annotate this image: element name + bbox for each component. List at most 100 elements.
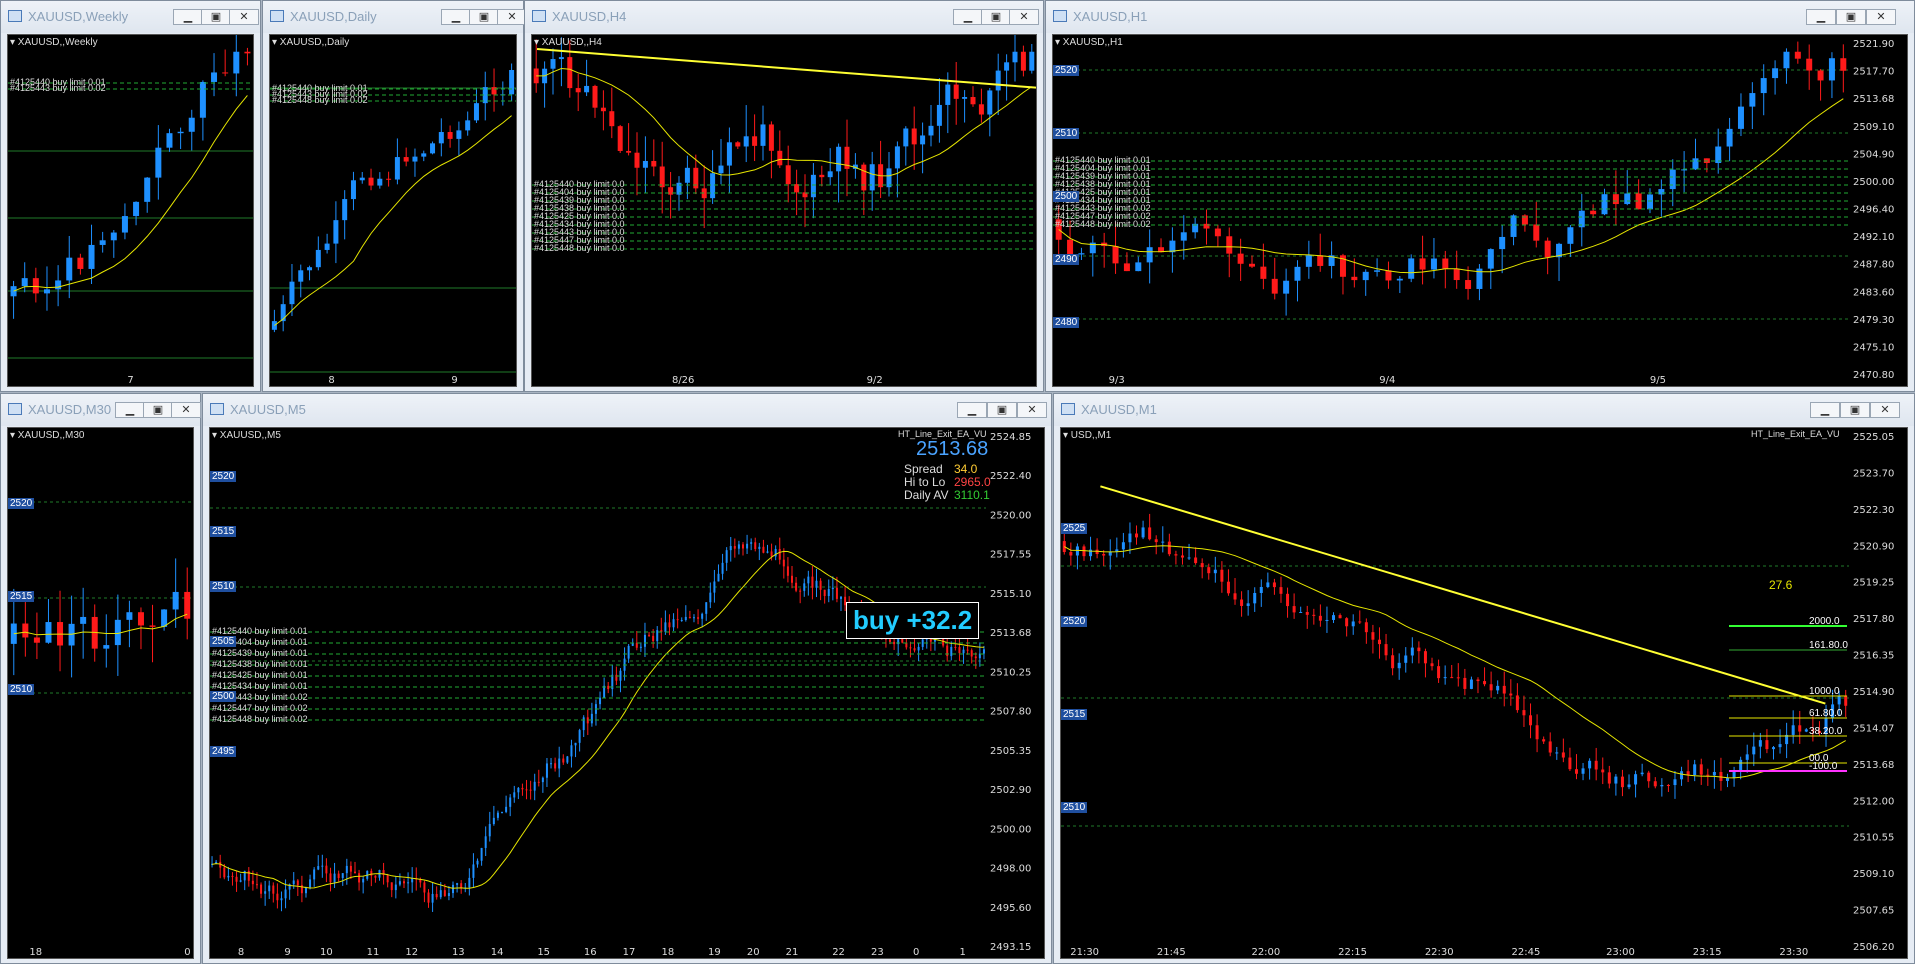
candle xyxy=(1089,536,1093,561)
candle xyxy=(1371,624,1375,654)
maximize-button[interactable]: ▣ xyxy=(987,402,1017,418)
y-axis-tick: 2520.00 xyxy=(990,510,1031,521)
candle xyxy=(1692,138,1699,171)
candle xyxy=(114,594,121,676)
chart-window-weekly[interactable]: XAUUSD,Weekly ▁ ▣ ✕ 7 ▾ XAUUSD,,Weekly #41… xyxy=(0,0,261,392)
candle xyxy=(155,125,162,200)
candle xyxy=(1305,605,1309,629)
price-chart[interactable]: 21:30 21:45 22:00 22:15 22:30 22:45 23:00 23:15… xyxy=(1060,427,1908,959)
candle xyxy=(1115,537,1119,558)
maximize-button[interactable]: ▣ xyxy=(981,9,1011,25)
window-titlebar[interactable]: XAUUSD,M5 ▁ ▣ ✕ xyxy=(203,394,1051,426)
minimize-button[interactable]: ▁ xyxy=(173,9,203,25)
candle xyxy=(317,855,320,871)
window-titlebar[interactable]: XAUUSD,Daily ▁ ▣ ✕ xyxy=(263,1,527,33)
minimize-button[interactable]: ▁ xyxy=(1806,9,1836,25)
candle xyxy=(1686,759,1690,783)
price-chart[interactable]: 8 9 10 11 12 13 14 15 16 17 18 19 20 21 22 23 0 1 2524.85 2… xyxy=(209,427,1045,959)
candle xyxy=(161,609,168,631)
price-level-label: 2505 xyxy=(210,636,237,647)
close-button[interactable]: ✕ xyxy=(1009,9,1039,25)
chart-window-m1[interactable]: XAUUSD,M1 ▁ ▣ ✕ 21:30 21:45 22:00 22:15 22:3… xyxy=(1053,393,1915,964)
candle xyxy=(427,889,430,908)
candle xyxy=(1680,766,1684,786)
candle xyxy=(1806,44,1813,90)
x-axis-tick: 21 xyxy=(786,947,799,958)
candle xyxy=(1614,774,1618,796)
candle xyxy=(1544,237,1551,275)
chart-window-icon xyxy=(270,10,284,22)
candle xyxy=(982,645,985,660)
candle xyxy=(222,49,229,77)
y-axis-tick: 2522.30 xyxy=(1853,505,1894,516)
x-axis-tick: 22:45 xyxy=(1512,947,1541,958)
candle xyxy=(672,613,675,632)
candle xyxy=(149,604,156,663)
candle xyxy=(1556,242,1563,282)
candle xyxy=(324,233,330,254)
minimize-button[interactable]: ▁ xyxy=(1810,402,1840,418)
chart-window-m30[interactable]: XAUUSD,M30 ▁ ▣ ✕ 18 0 ▾ XAUUSD,,M30 2520 251… xyxy=(0,393,201,964)
price-chart[interactable]: 18 0 ▾ XAUUSD,,M30 2520 2515 2510 xyxy=(7,427,194,959)
y-axis-tick: 2521.90 xyxy=(1853,39,1894,50)
chart-window-daily[interactable]: XAUUSD,Daily ▁ ▣ ✕ 8 9 ▾ XAUUSD,,Daily #412… xyxy=(262,0,527,392)
close-button[interactable]: ✕ xyxy=(497,9,527,25)
chart-window-icon xyxy=(210,403,224,415)
candle xyxy=(1443,665,1447,685)
candle xyxy=(43,266,50,311)
candle xyxy=(219,854,222,879)
price-chart[interactable]: 8 9 ▾ XAUUSD,,Daily #4125440 buy limit 0.01… xyxy=(269,34,517,387)
price-chart[interactable]: 8/26 9/2 ▾ XAUUSD,,H4 #4125440 buy limit 0.… xyxy=(531,34,1037,387)
price-chart[interactable]: 9/3 9/4 9/5 2521.90 2517.70 2513.68 2509.10 250… xyxy=(1052,34,1908,387)
close-button[interactable]: ✕ xyxy=(1870,402,1900,418)
window-titlebar[interactable]: XAUUSD,M1 ▁ ▣ ✕ xyxy=(1054,394,1914,426)
x-axis-tick: 9 xyxy=(284,947,290,958)
candle xyxy=(1362,269,1369,296)
candle xyxy=(651,139,657,177)
window-titlebar[interactable]: XAUUSD,M30 ▁ ▣ ✕ xyxy=(1,394,201,426)
candle xyxy=(592,84,598,118)
x-axis-tick: 22:30 xyxy=(1425,947,1454,958)
chart-window-m5[interactable]: XAUUSD,M5 ▁ ▣ ✕ 8 9 10 11 12 13 14 15 16 17 18 19 20… xyxy=(202,393,1052,964)
close-button[interactable]: ✕ xyxy=(1017,402,1047,418)
chart-window-h4[interactable]: XAUUSD,H4 ▁ ▣ ✕ 8/26 9/2 ▾ XAUUSD,,H4 #4125… xyxy=(524,0,1044,392)
maximize-button[interactable]: ▣ xyxy=(143,402,173,418)
candle xyxy=(211,53,218,97)
x-axis-tick: 23 xyxy=(871,947,884,958)
candle xyxy=(1699,758,1703,785)
candle xyxy=(607,681,610,694)
y-axis-tick: 2520.90 xyxy=(1853,541,1894,552)
maximize-button[interactable]: ▣ xyxy=(469,9,499,25)
maximize-button[interactable]: ▣ xyxy=(1836,9,1866,25)
maximize-button[interactable]: ▣ xyxy=(1840,402,1870,418)
minimize-button[interactable]: ▁ xyxy=(441,9,471,25)
minimize-button[interactable]: ▁ xyxy=(957,402,987,418)
x-axis-tick: 8 xyxy=(328,375,334,386)
price-chart[interactable]: 7 ▾ XAUUSD,,Weekly #4125440 buy limit 0.01… xyxy=(7,34,254,387)
minimize-button[interactable]: ▁ xyxy=(953,9,983,25)
candle xyxy=(852,153,858,179)
candle xyxy=(1408,254,1415,283)
close-button[interactable]: ✕ xyxy=(229,9,259,25)
trend-value-label: 27.6 xyxy=(1769,578,1793,592)
window-titlebar[interactable]: XAUUSD,H1 ▁ ▣ ✕ xyxy=(1046,1,1914,33)
candle xyxy=(110,230,117,258)
x-axis-tick: 21:30 xyxy=(1070,947,1099,958)
window-titlebar[interactable]: XAUUSD,H4 ▁ ▣ ✕ xyxy=(525,1,1043,33)
candle xyxy=(1419,235,1426,285)
chart-symbol-label: ▾ XAUUSD,,H1 xyxy=(1055,37,1123,48)
chart-window-icon xyxy=(1053,10,1067,22)
close-button[interactable]: ✕ xyxy=(1866,9,1896,25)
x-axis-tick: 21:45 xyxy=(1157,947,1186,958)
chart-window-h1[interactable]: XAUUSD,H1 ▁ ▣ ✕ 9/3 9/4 9/5 2521.90 2517.70 2… xyxy=(1045,0,1915,392)
close-button[interactable]: ✕ xyxy=(171,402,201,418)
candle xyxy=(1739,756,1743,780)
candle xyxy=(611,664,614,697)
order-label: #4125434 buy limit 0.01 xyxy=(212,681,308,691)
candle xyxy=(529,780,532,800)
x-axis-tick: 9 xyxy=(451,375,457,386)
window-titlebar[interactable]: XAUUSD,Weekly ▁ ▣ ✕ xyxy=(1,1,260,33)
minimize-button[interactable]: ▁ xyxy=(115,402,145,418)
maximize-button[interactable]: ▣ xyxy=(201,9,231,25)
price-level-label: 2520 xyxy=(1053,65,1080,76)
